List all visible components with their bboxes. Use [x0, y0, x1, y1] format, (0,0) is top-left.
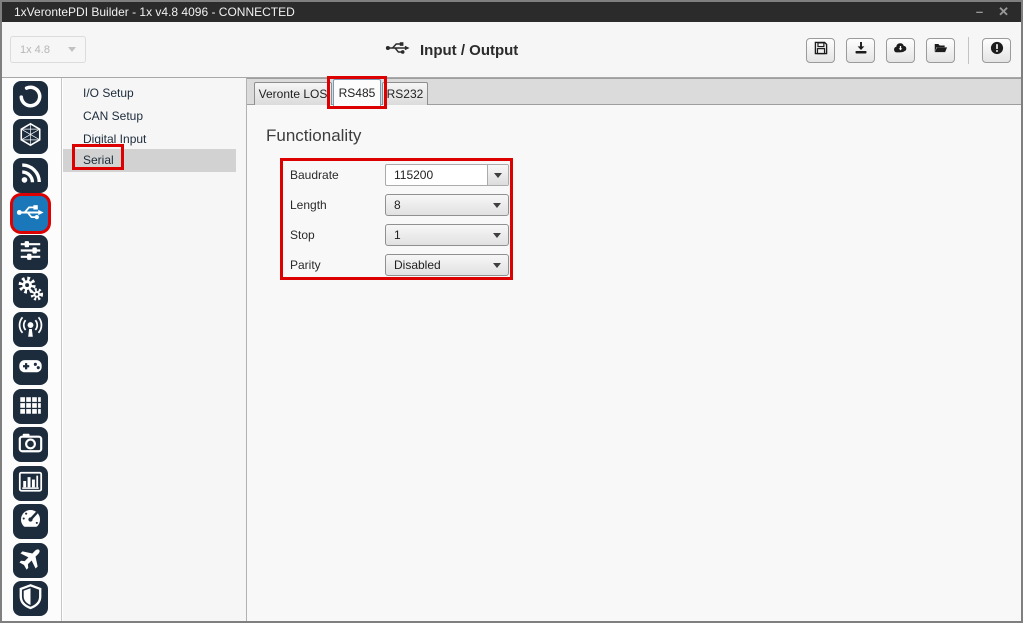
toolbar: 1x 4.8 Input / Output: [2, 22, 1021, 78]
chevron-down-icon: [493, 263, 501, 268]
sidebar-item-stick[interactable]: [13, 350, 48, 385]
window-title: 1xVerontePDI Builder - 1x v4.8 4096 - CO…: [14, 5, 295, 19]
plane-icon: [13, 541, 48, 581]
page-title: Input / Output: [420, 42, 518, 59]
form-row-parity: Parity Disabled: [283, 254, 510, 276]
version-select[interactable]: 1x 4.8: [10, 36, 86, 63]
stop-value: 1: [394, 225, 401, 245]
baudrate-value: 115200: [394, 165, 433, 185]
version-select-value: 1x 4.8: [20, 44, 50, 56]
sidebar-item-platform[interactable]: [13, 81, 48, 116]
content-area: Veronte LOS RS485 RS232 Functionality Ba…: [247, 78, 1021, 621]
sidebar-item-configuration[interactable]: [13, 273, 48, 308]
download-icon: [853, 40, 869, 61]
sidebar-item-input-output[interactable]: [13, 196, 48, 231]
tabstrip: Veronte LOS RS485 RS232: [247, 78, 1021, 105]
nav-item-label: CAN Setup: [83, 109, 143, 123]
bar-chart-icon: [13, 464, 48, 504]
gears-icon: [13, 271, 48, 311]
nav-item-label: Serial: [83, 153, 114, 167]
sidebar-item-sensors[interactable]: [13, 312, 48, 347]
sidebar-item-camera[interactable]: [13, 427, 48, 462]
sidebar-item-hexagon-mesh[interactable]: [13, 119, 48, 154]
camera-icon: [13, 425, 48, 465]
info-button[interactable]: [982, 38, 1011, 63]
cloud-download-button[interactable]: [886, 38, 915, 63]
nav-item-can-setup[interactable]: CAN Setup: [63, 105, 236, 128]
icon-sidebar: [2, 78, 62, 621]
nav-item-serial[interactable]: Serial: [63, 149, 236, 172]
tab-rs232[interactable]: RS232: [382, 82, 428, 105]
minimize-button[interactable]: –: [976, 3, 983, 21]
sidebar-item-data-log[interactable]: [13, 466, 48, 501]
nav-item-label: I/O Setup: [83, 86, 134, 100]
tab-label: RS485: [339, 86, 376, 100]
length-dropdown[interactable]: 8: [385, 194, 509, 216]
stop-label: Stop: [290, 224, 315, 246]
gamepad-icon: [13, 348, 48, 388]
folder-open-icon: [932, 40, 949, 61]
chevron-down-icon: [494, 173, 502, 178]
nav-item-digital-input[interactable]: Digital Input: [63, 128, 236, 151]
nav-panel: I/O Setup CAN Setup Digital Input Serial: [63, 78, 247, 621]
tab-label: RS232: [387, 87, 424, 101]
usb-icon: [13, 194, 48, 234]
toolbar-buttons: [795, 37, 1011, 64]
chevron-down-icon: [493, 203, 501, 208]
sliders-icon: [13, 233, 48, 273]
baudrate-dropdown-button[interactable]: [487, 165, 508, 185]
length-label: Length: [290, 194, 327, 216]
length-value: 8: [394, 195, 401, 215]
hexagon-mesh-icon: [13, 117, 48, 157]
floppy-icon: [813, 40, 829, 61]
sidebar-item-control[interactable]: [13, 235, 48, 270]
tab-rs485[interactable]: RS485: [333, 79, 381, 106]
ring-icon: [13, 79, 48, 119]
titlebar: 1xVerontePDI Builder - 1x v4.8 4096 - CO…: [2, 2, 1021, 22]
nav-item-label: Digital Input: [83, 132, 146, 146]
parity-dropdown[interactable]: Disabled: [385, 254, 509, 276]
tab-label: Veronte LOS: [259, 87, 328, 101]
cloud-download-icon: [892, 40, 909, 61]
serial-config-form annotation-box-form: Baudrate 115200 Length 8 Stop 1: [280, 158, 513, 280]
shield-icon: [13, 579, 48, 619]
import-button[interactable]: [846, 38, 875, 63]
form-row-baudrate: Baudrate 115200: [283, 164, 510, 186]
tab-veronte-los[interactable]: Veronte LOS: [254, 82, 332, 105]
window-controls: – ✕: [976, 3, 1009, 21]
grid-icon: [13, 387, 48, 427]
form-row-stop: Stop 1: [283, 224, 510, 246]
sidebar-item-flight[interactable]: [13, 543, 48, 578]
baudrate-combobox[interactable]: 115200: [385, 164, 509, 186]
parity-label: Parity: [290, 254, 321, 276]
sidebar-item-safety[interactable]: [13, 581, 48, 616]
open-folder-button[interactable]: [926, 38, 955, 63]
parity-value: Disabled: [394, 255, 441, 275]
stop-dropdown[interactable]: 1: [385, 224, 509, 246]
sidebar-item-blocks[interactable]: [13, 389, 48, 424]
toolbar-separator: [968, 37, 969, 64]
app-window: 1xVerontePDI Builder - 1x v4.8 4096 - CO…: [0, 0, 1023, 623]
form-row-length: Length 8: [283, 194, 510, 216]
gauge-icon: [13, 502, 48, 542]
save-button[interactable]: [806, 38, 835, 63]
nav-item-io-setup[interactable]: I/O Setup: [63, 82, 236, 105]
chevron-down-icon: [68, 47, 76, 52]
chevron-down-icon: [493, 233, 501, 238]
usb-icon: [385, 39, 411, 62]
podcast-icon: [13, 310, 48, 350]
section-title: Functionality: [266, 126, 361, 146]
page-title-group: Input / Output: [385, 36, 518, 64]
rss-icon: [13, 156, 48, 196]
info-circle-icon: [989, 40, 1005, 61]
baudrate-label: Baudrate: [290, 164, 339, 186]
sidebar-item-telemetry[interactable]: [13, 158, 48, 193]
sidebar-item-hil[interactable]: [13, 504, 48, 539]
close-button[interactable]: ✕: [998, 3, 1009, 21]
